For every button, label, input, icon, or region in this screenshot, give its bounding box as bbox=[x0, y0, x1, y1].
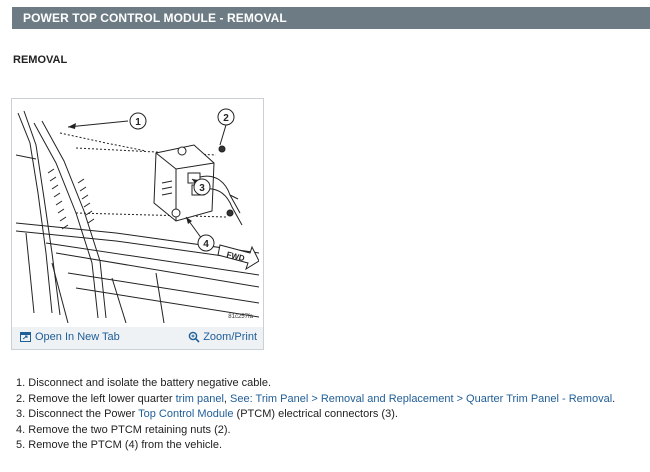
open-in-new-tab-button[interactable]: Open In New Tab bbox=[20, 331, 120, 343]
step-item: 1. Disconnect and isolate the battery ne… bbox=[16, 376, 615, 392]
callout-4: 4 bbox=[203, 239, 209, 250]
zoom-print-button[interactable]: Zoom/Print bbox=[188, 331, 257, 343]
fwd-arrow-icon: FWD bbox=[217, 244, 259, 271]
step-number: 4. bbox=[16, 423, 26, 436]
quarter-trim-panel-removal-link[interactable]: See: Trim Panel > Removal and Replacemen… bbox=[230, 393, 612, 405]
callout-1: 1 bbox=[135, 117, 141, 128]
diagram-image[interactable]: 1 2 3 4 FWD 81c257fa bbox=[16, 103, 259, 323]
step-number: 3. bbox=[16, 408, 26, 420]
step-text: (PTCM) electrical connectors (3). bbox=[233, 408, 398, 420]
open-in-new-tab-label: Open In New Tab bbox=[35, 331, 120, 343]
step-item: 4. Remove the two PTCM retaining nuts (2… bbox=[16, 423, 615, 439]
trim-panel-link[interactable]: trim panel bbox=[176, 393, 224, 405]
step-item: 5. Remove the PTCM (4) from the vehicle. bbox=[16, 438, 615, 454]
step-item: 2. Remove the left lower quarter trim pa… bbox=[16, 392, 615, 408]
section-title: REMOVAL bbox=[13, 54, 68, 66]
step-text: Remove the left lower quarter bbox=[28, 392, 176, 405]
step-number: 5. bbox=[16, 439, 26, 451]
external-tab-icon bbox=[20, 332, 31, 342]
callout-2: 2 bbox=[223, 113, 229, 124]
figure-toolbar: Open In New Tab Zoom/Print bbox=[12, 327, 263, 349]
step-text: Disconnect and isolate the battery negat… bbox=[28, 377, 272, 389]
zoom-print-label: Zoom/Print bbox=[203, 331, 257, 343]
step-text: Remove the two PTCM retaining nuts (2). bbox=[28, 423, 231, 436]
figure-id: 81c257fa bbox=[228, 314, 253, 320]
figure-container: 1 2 3 4 FWD 81c257fa Open In New Tab Zoo… bbox=[11, 98, 264, 350]
step-text: Disconnect the Power bbox=[28, 408, 139, 420]
page-title: POWER TOP CONTROL MODULE - REMOVAL bbox=[23, 11, 287, 25]
ptcm-diagram: 1 2 3 4 FWD bbox=[16, 108, 259, 323]
page-header: POWER TOP CONTROL MODULE - REMOVAL bbox=[12, 7, 650, 29]
step-number: 2. bbox=[16, 392, 26, 405]
removal-steps: 1. Disconnect and isolate the battery ne… bbox=[16, 376, 615, 454]
magnifier-icon bbox=[188, 331, 200, 343]
callout-3: 3 bbox=[199, 183, 205, 194]
step-item: 3. Disconnect the Power Top Control Modu… bbox=[16, 407, 615, 423]
step-number: 1. bbox=[16, 377, 26, 389]
top-control-module-link[interactable]: Top Control Module bbox=[138, 408, 233, 420]
step-text: Remove the PTCM (4) from the vehicle. bbox=[28, 439, 223, 451]
step-text: . bbox=[612, 392, 616, 405]
